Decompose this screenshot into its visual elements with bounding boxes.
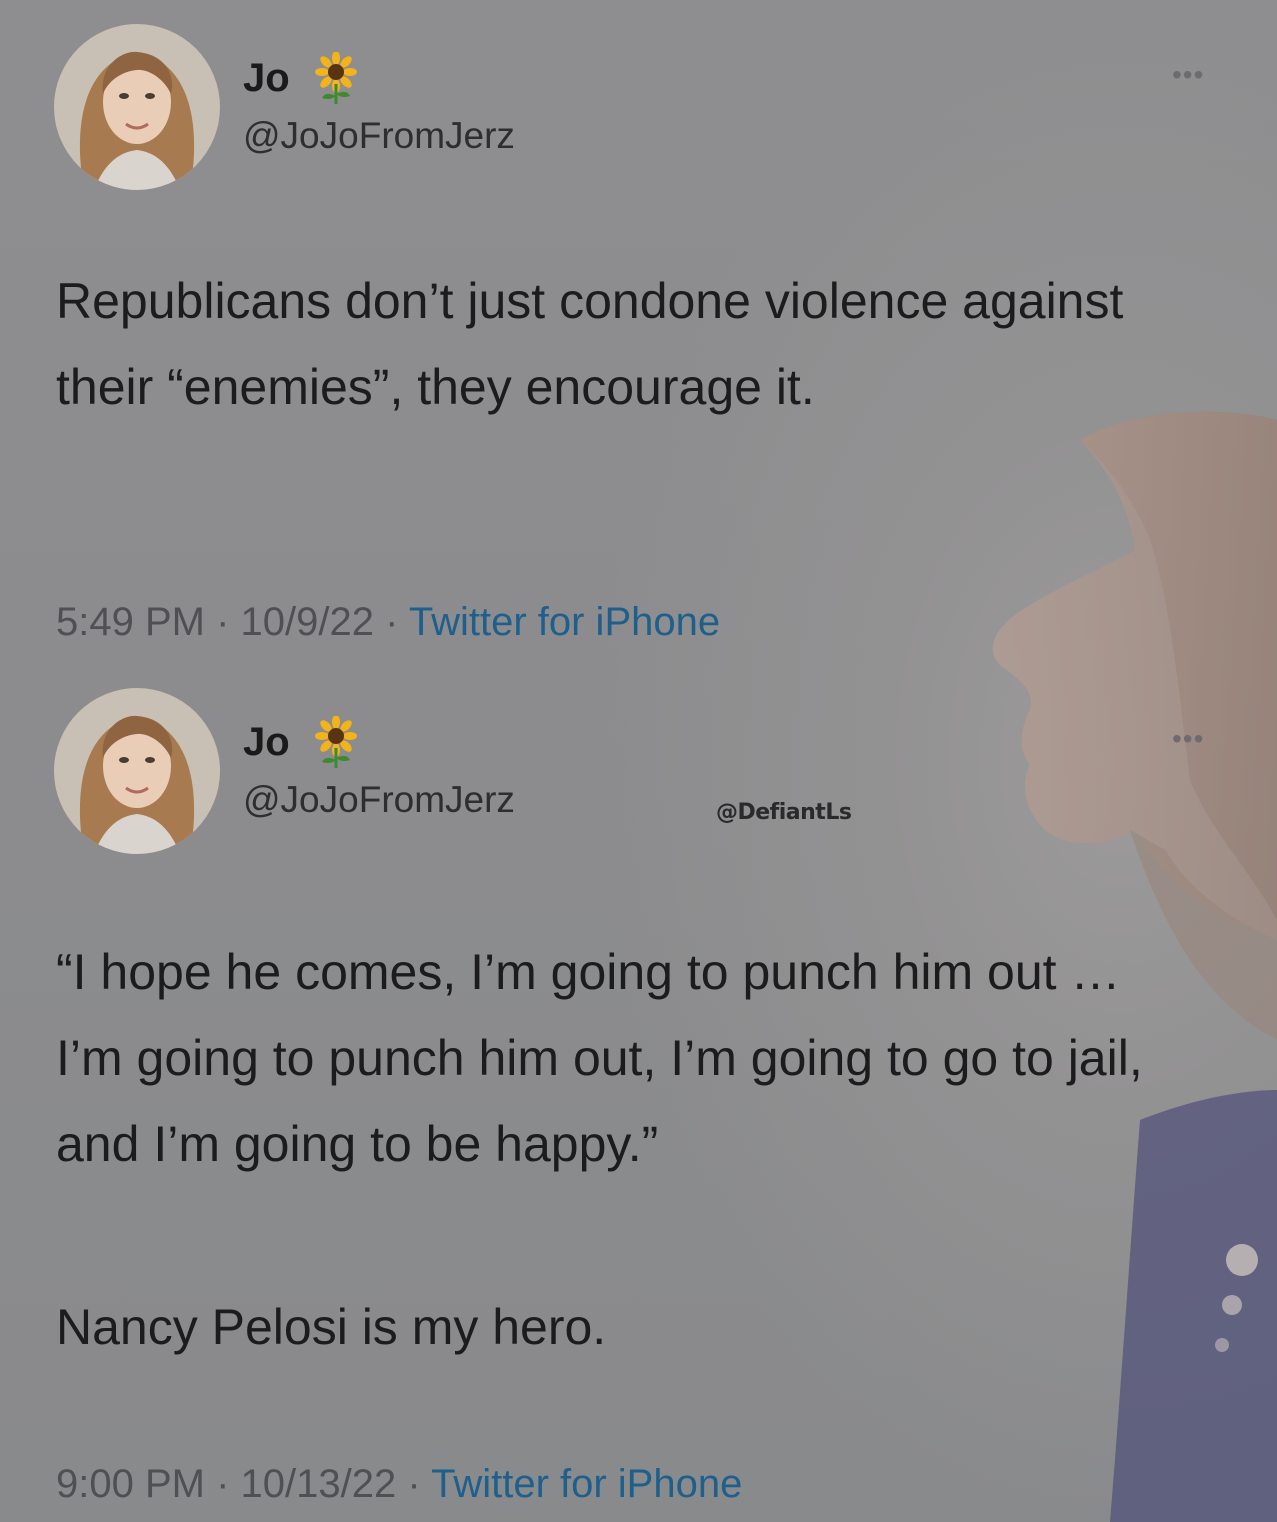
separator-dot: · bbox=[385, 600, 399, 644]
tweet-text: Republicans don’t just condone violence … bbox=[56, 273, 1124, 415]
tweet-metadata: 9:00 PM · 10/13/22 · Twitter for iPhone bbox=[56, 1460, 742, 1508]
user-handle[interactable]: @JoJoFromJerz bbox=[243, 776, 515, 824]
more-options-icon[interactable]: ••• bbox=[1172, 61, 1204, 89]
tweet-text-second-paragraph: Nancy Pelosi is my hero. bbox=[56, 1299, 607, 1355]
tweet-source-link[interactable]: Twitter for iPhone bbox=[409, 600, 720, 644]
display-name[interactable]: Jo bbox=[243, 716, 360, 768]
separator-dot: · bbox=[216, 600, 230, 644]
sunflower-icon bbox=[314, 716, 357, 768]
display-name-text[interactable]: Jo bbox=[243, 54, 290, 102]
more-options-icon[interactable]: ••• bbox=[1172, 725, 1204, 753]
tweet-date[interactable]: 10/13/22 bbox=[241, 1462, 397, 1506]
screenshot-canvas: Jo @JoJoFromJerz ••• Republicans don’t j… bbox=[0, 0, 1277, 1522]
tweet-source-link[interactable]: Twitter for iPhone bbox=[431, 1462, 742, 1506]
tweet-metadata: 5:49 PM · 10/9/22 · Twitter for iPhone bbox=[56, 598, 720, 646]
tweet-date[interactable]: 10/9/22 bbox=[241, 600, 374, 644]
separator-dot: · bbox=[407, 1462, 421, 1506]
display-name[interactable]: Jo bbox=[243, 52, 360, 104]
avatar[interactable] bbox=[54, 688, 220, 854]
display-name-text[interactable]: Jo bbox=[243, 718, 290, 766]
sunflower-icon bbox=[314, 52, 357, 104]
avatar[interactable] bbox=[54, 24, 220, 190]
user-handle[interactable]: @JoJoFromJerz bbox=[243, 112, 515, 160]
separator-dot: · bbox=[216, 1462, 230, 1506]
tweet-time[interactable]: 9:00 PM bbox=[56, 1462, 205, 1506]
tweet-time[interactable]: 5:49 PM bbox=[56, 600, 205, 644]
watermark-text: @DefiantLs bbox=[716, 800, 852, 825]
tweet-text: “I hope he comes, I’m going to punch him… bbox=[56, 944, 1143, 1172]
